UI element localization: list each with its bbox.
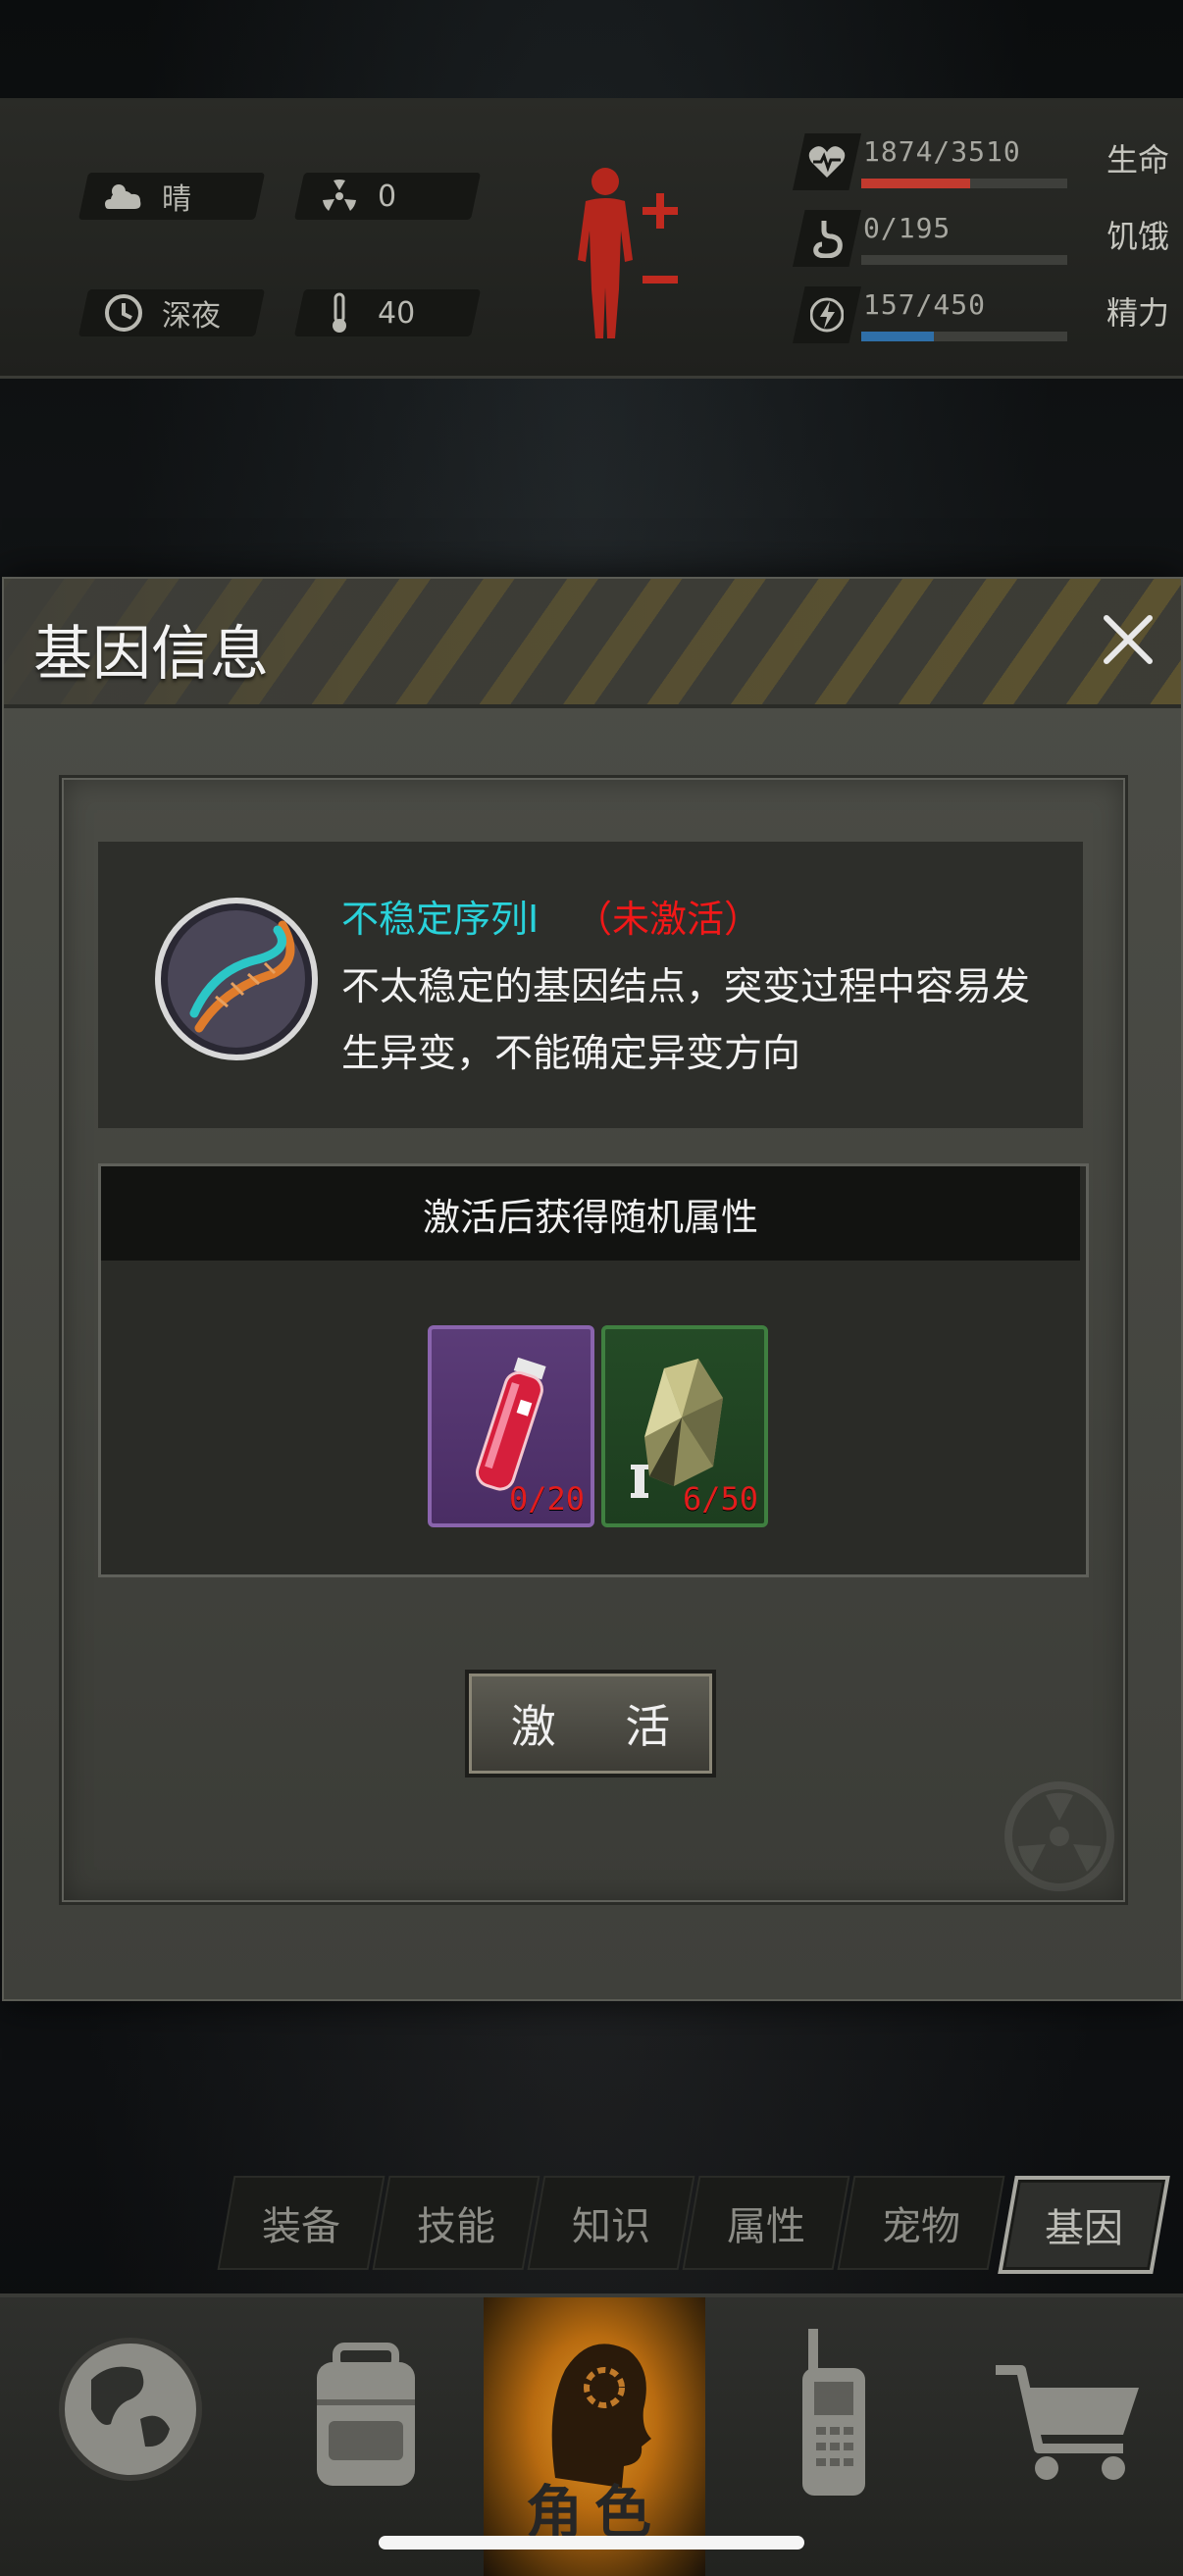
temperature-cell: 40 — [293, 289, 482, 336]
tab-attributes[interactable]: 属性 — [682, 2176, 850, 2270]
nav-radio[interactable] — [719, 2297, 945, 2576]
hp-value: 1874/3510 — [863, 135, 1021, 168]
attribute-header: 激活后获得随机属性 — [101, 1166, 1080, 1261]
hunger-bar — [861, 255, 1067, 265]
clock-icon — [103, 292, 144, 334]
hp-stat: 1874/3510 生命 — [793, 133, 1175, 196]
item-slot-ore[interactable]: 6/50 — [601, 1325, 768, 1527]
time-text: 深夜 — [162, 299, 221, 334]
backpack-icon — [317, 2343, 415, 2486]
temperature-value: 40 — [378, 295, 416, 331]
tab-skills[interactable]: 技能 — [372, 2176, 540, 2270]
energy-bar — [861, 332, 1067, 341]
bottom-navigation: 角色 — [0, 2293, 1183, 2576]
ore-count: 6/50 — [682, 1480, 758, 1518]
gene-description: 不太稳定的基因结点，突变过程中容易发生异变，不能确定异变方向 — [341, 965, 1031, 1076]
close-button[interactable] — [1097, 608, 1159, 671]
hunger-value: 0/195 — [863, 212, 952, 244]
radiation-cell: 0 — [293, 173, 482, 220]
hunger-label: 饥饿 — [1106, 218, 1169, 255]
gene-status: （未激活） — [575, 898, 762, 941]
nav-shop[interactable] — [952, 2297, 1177, 2576]
thermometer-icon — [319, 292, 360, 334]
radiation-icon — [319, 176, 360, 217]
hp-label: 生命 — [1106, 141, 1169, 179]
character-tabs: 装备 技能 知识 属性 宠物 基因 — [216, 2176, 1170, 2274]
activate-button[interactable]: 激 活 — [465, 1670, 716, 1777]
vial-count: 0/20 — [508, 1480, 585, 1518]
home-indicator[interactable] — [379, 2536, 804, 2550]
heart-icon — [793, 133, 861, 190]
time-cell: 深夜 — [77, 289, 266, 336]
nav-backpack[interactable] — [243, 2297, 469, 2576]
nav-character[interactable]: 角色 — [484, 2297, 705, 2576]
weather-cell: 晴 — [77, 173, 266, 220]
radiation-watermark-icon — [1004, 1781, 1114, 1891]
radiation-value: 0 — [378, 179, 397, 214]
hp-bar — [861, 179, 1067, 188]
tab-equipment[interactable]: 装备 — [217, 2176, 386, 2270]
hunger-stat: 0/195 饥饿 — [793, 210, 1175, 273]
lightning-icon — [793, 286, 861, 343]
body-status-figure[interactable] — [564, 162, 692, 348]
walkie-talkie-icon — [802, 2329, 865, 2496]
tab-knowledge[interactable]: 知识 — [527, 2176, 695, 2270]
dialog-title: 基因信息 — [33, 620, 269, 689]
close-icon — [1104, 615, 1153, 664]
tab-genes[interactable]: 基因 — [998, 2176, 1170, 2274]
gene-name: 不稳定序列Ⅰ — [341, 898, 540, 941]
world-globe-icon — [59, 2338, 202, 2481]
stomach-icon — [793, 210, 861, 267]
dna-emblem-icon — [155, 898, 318, 1060]
weather-text: 晴 — [162, 182, 191, 217]
tab-pets[interactable]: 宠物 — [837, 2176, 1005, 2270]
item-slot-vial[interactable]: 0/20 — [428, 1325, 594, 1527]
energy-value: 157/450 — [863, 288, 987, 321]
shopping-cart-icon — [996, 2365, 1139, 2480]
energy-stat: 157/450 精力 — [793, 286, 1175, 349]
cloud-sun-icon — [103, 176, 144, 217]
energy-label: 精力 — [1106, 294, 1169, 332]
nav-world[interactable] — [8, 2297, 233, 2576]
